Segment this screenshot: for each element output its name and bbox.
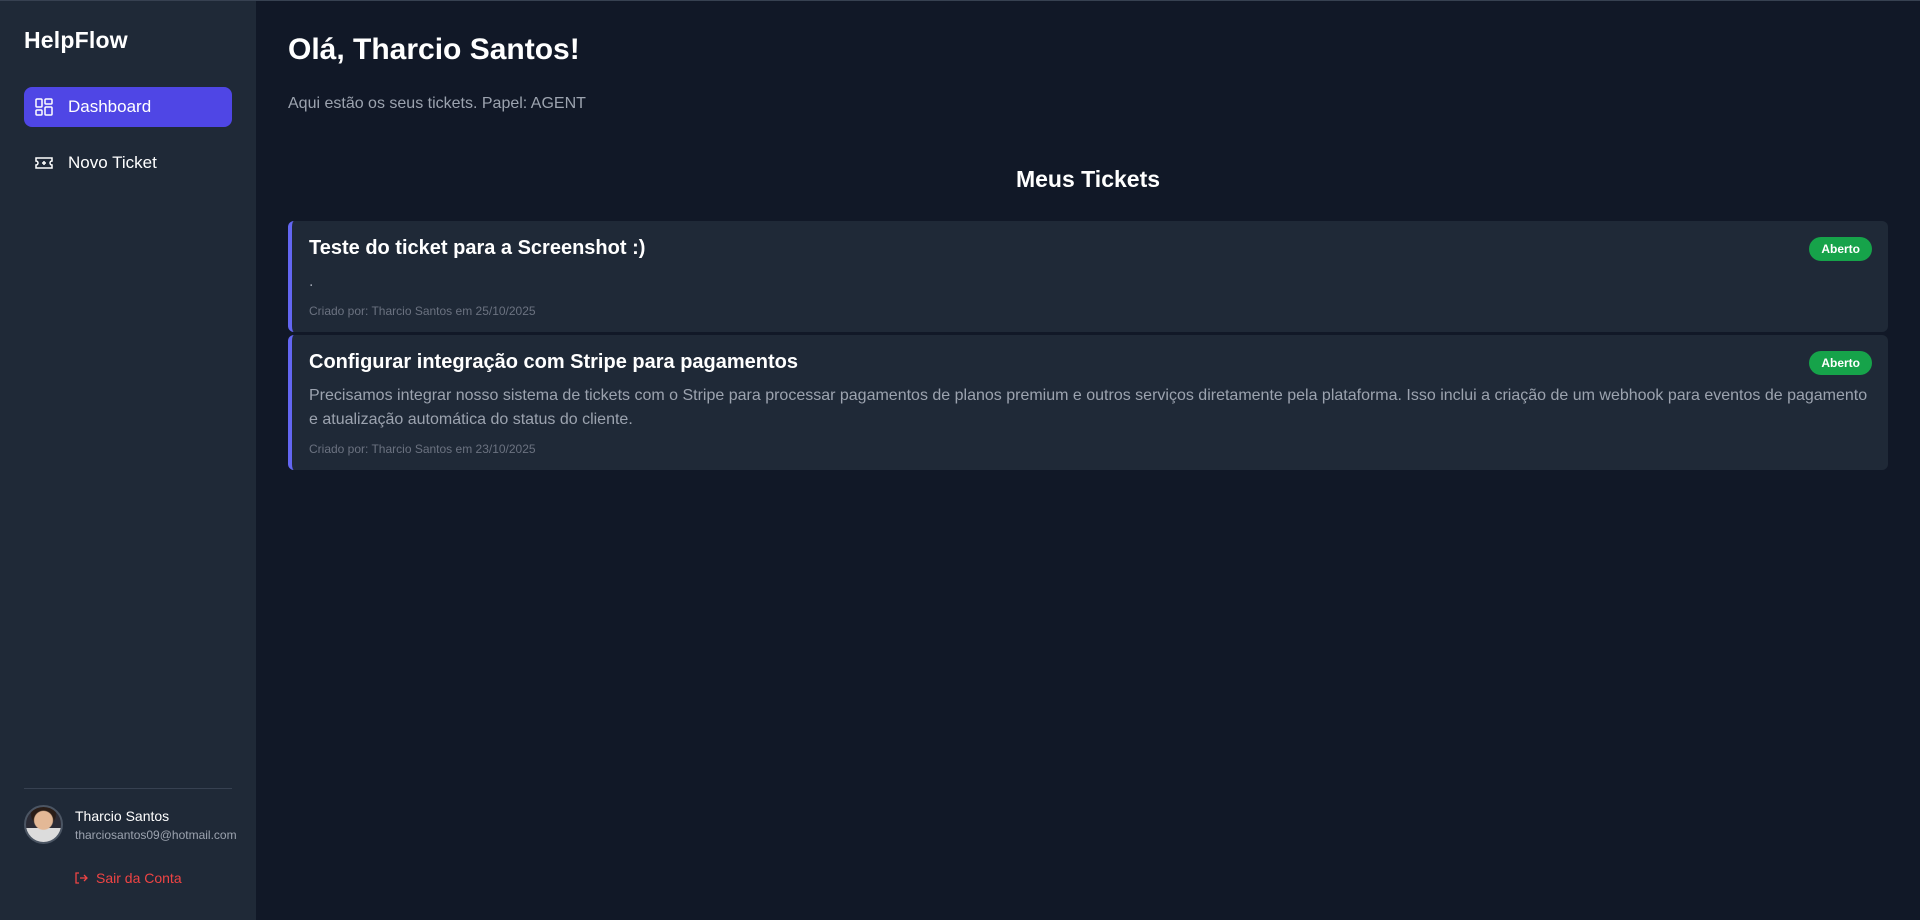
ticket-description: . [309,273,314,290]
ticket-header: Teste do ticket para a Screenshot :) Abe… [309,237,1872,261]
sidebar-divider [24,788,232,789]
section-title: Meus Tickets [1015,166,1161,192]
logout-label: Sair da Conta [96,870,182,886]
sidebar-item-label: Dashboard [68,97,152,116]
sidebar-item-dashboard[interactable]: Dashboard [24,87,232,127]
page-subtitle: Aqui estão os seus tickets. Papel: AGENT [288,95,586,112]
sidebar-footer: Tharcio Santos tharciosantos09@hotmail.c… [24,788,237,920]
app-shell: HelpFlow Dashboard Novo Ticket Tharcio S… [0,0,1920,920]
sidebar-nav: Dashboard Novo Ticket [24,87,232,183]
ticket-icon [34,153,54,173]
brand-logo[interactable]: HelpFlow [24,27,232,54]
ticket-title: Teste do ticket para a Screenshot :) [309,237,646,259]
ticket-list: Teste do ticket para a Screenshot :) Abe… [288,221,1888,470]
sidebar-item-label: Novo Ticket [68,153,157,172]
main-content: Olá, Tharcio Santos! Aqui estão os seus … [256,1,1920,920]
ticket-card[interactable]: Teste do ticket para a Screenshot :) Abe… [288,221,1888,332]
user-profile: Tharcio Santos tharciosantos09@hotmail.c… [24,805,237,844]
ticket-meta: Criado por: Tharcio Santos em 25/10/2025 [309,304,536,318]
ticket-card[interactable]: Configurar integração com Stripe para pa… [288,335,1888,470]
sidebar: HelpFlow Dashboard Novo Ticket Tharcio S… [0,1,256,920]
user-email: tharciosantos09@hotmail.com [75,827,237,842]
ticket-title: Configurar integração com Stripe para pa… [309,351,798,373]
sidebar-item-novo-ticket[interactable]: Novo Ticket [24,143,232,183]
status-badge: Aberto [1809,237,1872,261]
page-title: Olá, Tharcio Santos! [288,33,580,66]
ticket-description: Precisamos integrar nosso sistema de tic… [309,387,1868,428]
ticket-header: Configurar integração com Stripe para pa… [309,351,1872,375]
logout-icon [75,872,88,884]
status-badge: Aberto [1809,351,1872,375]
avatar [24,805,63,844]
user-info: Tharcio Santos tharciosantos09@hotmail.c… [75,808,237,842]
dashboard-icon [34,97,54,117]
logout-button[interactable]: Sair da Conta [74,870,232,886]
ticket-meta: Criado por: Tharcio Santos em 23/10/2025 [309,442,536,456]
user-name: Tharcio Santos [75,807,170,824]
